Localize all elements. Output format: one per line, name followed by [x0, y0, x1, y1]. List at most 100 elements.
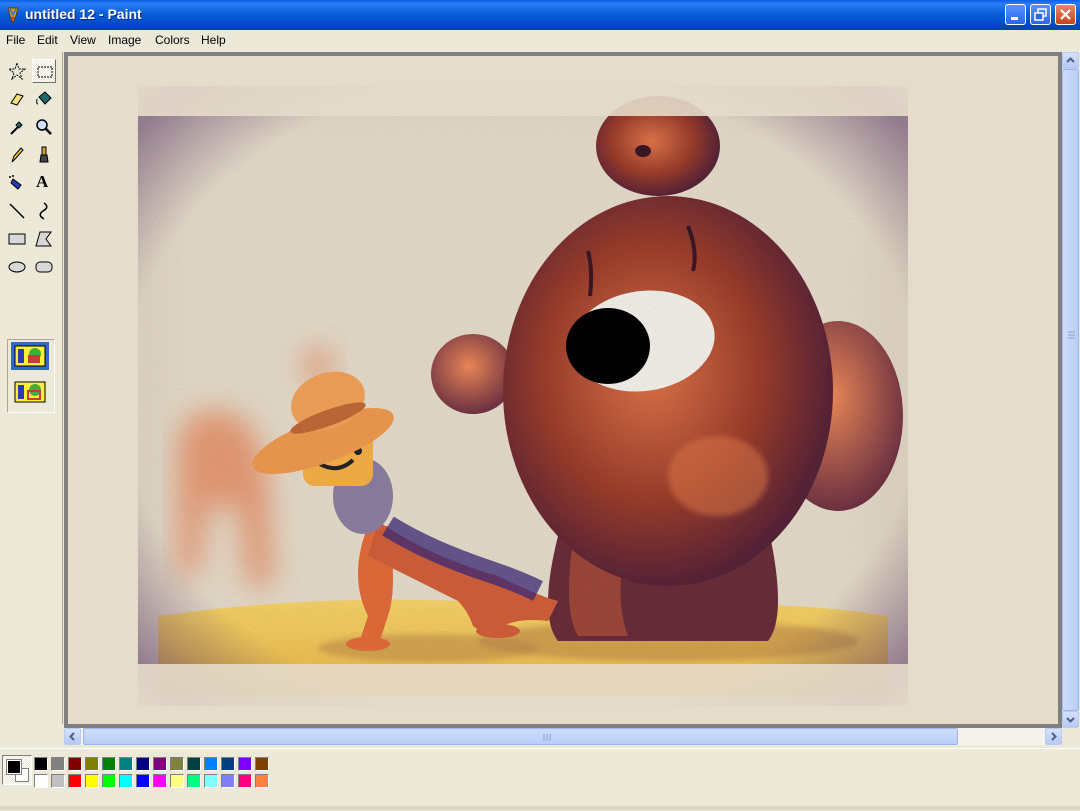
- curve-icon: [39, 202, 48, 220]
- menu-edit[interactable]: Edit: [37, 33, 58, 47]
- ellipse-icon: [8, 261, 26, 273]
- title-bar: untitled 12 - Paint: [0, 0, 1080, 30]
- color-swatch[interactable]: [153, 757, 167, 771]
- color-swatch[interactable]: [153, 774, 167, 788]
- color-swatch[interactable]: [34, 774, 48, 788]
- restore-button[interactable]: [1030, 4, 1051, 25]
- color-swatch[interactable]: [34, 757, 48, 771]
- curve-tool[interactable]: [32, 199, 56, 223]
- rounded-rectangle-tool[interactable]: [32, 255, 56, 279]
- select-tool[interactable]: [32, 59, 56, 83]
- scroll-down-button[interactable]: [1062, 711, 1079, 728]
- menu-help[interactable]: Help: [201, 33, 226, 47]
- color-swatch[interactable]: [255, 774, 269, 788]
- color-swatch[interactable]: [221, 757, 235, 771]
- grip-icon: [543, 734, 551, 741]
- color-swatch[interactable]: [170, 757, 184, 771]
- transparent-selection-icon: [14, 381, 46, 403]
- minimize-button[interactable]: [1005, 4, 1026, 25]
- star-select-icon: [7, 61, 27, 81]
- scroll-left-button[interactable]: [64, 728, 81, 745]
- color-swatch[interactable]: [68, 757, 82, 771]
- color-swatch[interactable]: [119, 757, 133, 771]
- canvas-image: [68, 56, 1058, 724]
- line-tool[interactable]: [5, 199, 29, 223]
- scroll-right-button[interactable]: [1045, 728, 1062, 745]
- color-swatch[interactable]: [187, 774, 201, 788]
- pick-color-tool[interactable]: [5, 115, 29, 139]
- chevron-down-icon: [1066, 717, 1075, 723]
- brush-icon: [39, 146, 49, 163]
- color-swatch[interactable]: [136, 757, 150, 771]
- airbrush-tool[interactable]: [5, 171, 29, 195]
- color-swatch[interactable]: [255, 757, 269, 771]
- menu-bar: File Edit View Image Colors Help: [0, 30, 1080, 50]
- color-swatch[interactable]: [51, 757, 65, 771]
- magnifier-icon: [36, 119, 52, 135]
- free-form-select-tool[interactable]: [5, 59, 29, 83]
- color-swatch[interactable]: [204, 757, 218, 771]
- color-swatch[interactable]: [51, 774, 65, 788]
- ellipse-tool[interactable]: [5, 255, 29, 279]
- color-swatch[interactable]: [204, 774, 218, 788]
- color-swatch[interactable]: [102, 757, 116, 771]
- polygon-tool[interactable]: [32, 227, 56, 251]
- toolbox: A: [0, 52, 63, 724]
- paint-bucket-icon: [36, 91, 52, 105]
- scroll-up-button[interactable]: [1062, 52, 1079, 69]
- close-button[interactable]: [1055, 4, 1076, 25]
- color-palette: [0, 748, 1080, 811]
- scrollbar-corner: [1062, 728, 1079, 745]
- opaque-selection-icon: [14, 345, 46, 367]
- horizontal-scroll-thumb[interactable]: [83, 728, 958, 745]
- eyedropper-icon: [10, 121, 23, 135]
- color-swatch[interactable]: [119, 774, 133, 788]
- color-swatch[interactable]: [170, 774, 184, 788]
- magnifier-tool[interactable]: [32, 115, 56, 139]
- rectangle-icon: [8, 233, 26, 245]
- pencil-icon: [11, 147, 24, 163]
- brush-tool[interactable]: [32, 143, 56, 167]
- eraser-icon: [10, 93, 24, 106]
- drawing-canvas[interactable]: [68, 56, 1058, 724]
- status-bar: [0, 806, 1080, 810]
- fill-tool[interactable]: [32, 87, 56, 111]
- color-swatch[interactable]: [85, 774, 99, 788]
- tool-options: [7, 339, 55, 413]
- color-swatch[interactable]: [238, 774, 252, 788]
- transparent-option[interactable]: [11, 378, 49, 406]
- chevron-up-icon: [1066, 57, 1075, 63]
- menu-colors[interactable]: Colors: [155, 33, 190, 47]
- menu-image[interactable]: Image: [108, 33, 141, 47]
- color-swatch[interactable]: [136, 774, 150, 788]
- text-icon: A: [36, 172, 49, 191]
- menu-file[interactable]: File: [6, 33, 25, 47]
- foreground-color: [6, 759, 22, 775]
- rect-select-icon: [37, 66, 53, 78]
- rectangle-tool[interactable]: [5, 227, 29, 251]
- vertical-scrollbar[interactable]: [1062, 52, 1079, 728]
- color-swatch[interactable]: [187, 757, 201, 771]
- color-swatch[interactable]: [68, 774, 82, 788]
- horizontal-scrollbar[interactable]: [64, 728, 1062, 745]
- rounded-rectangle-icon: [35, 261, 53, 273]
- color-swatch[interactable]: [85, 757, 99, 771]
- airbrush-icon: [9, 175, 22, 190]
- line-icon: [9, 203, 25, 219]
- vertical-scroll-thumb[interactable]: [1062, 69, 1079, 711]
- grip-icon: [1068, 331, 1075, 339]
- polygon-icon: [35, 231, 52, 247]
- text-tool[interactable]: A: [32, 171, 56, 195]
- color-swatch[interactable]: [238, 757, 252, 771]
- chevron-left-icon: [69, 732, 75, 741]
- current-colors[interactable]: [2, 755, 32, 785]
- menu-view[interactable]: View: [70, 33, 96, 47]
- color-swatch[interactable]: [221, 774, 235, 788]
- canvas-area: [64, 52, 1062, 728]
- color-swatch[interactable]: [102, 774, 116, 788]
- pencil-tool[interactable]: [5, 143, 29, 167]
- opaque-option[interactable]: [11, 342, 49, 370]
- window-title: untitled 12 - Paint: [25, 6, 142, 22]
- paint-app-icon[interactable]: [5, 6, 21, 25]
- eraser-tool[interactable]: [5, 87, 29, 111]
